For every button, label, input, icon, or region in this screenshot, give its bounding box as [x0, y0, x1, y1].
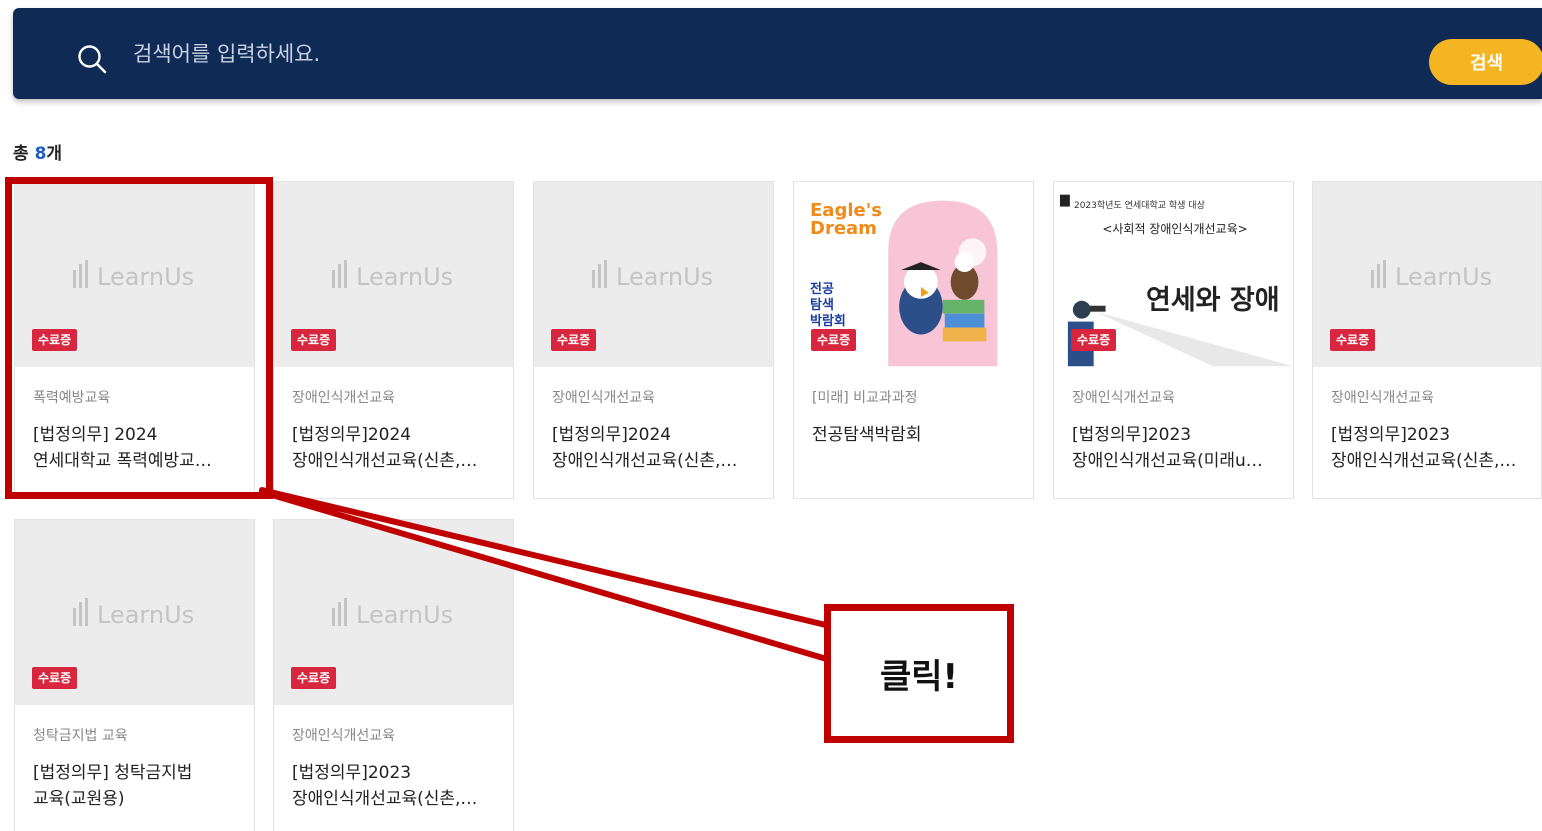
- poster-subtitle-line2: 탐색: [810, 298, 834, 313]
- course-card[interactable]: LearnUs 수료증 장애인식개선교육 [법정의무]2024 장애인식개선교육…: [533, 181, 774, 499]
- search-input[interactable]: [133, 34, 1313, 74]
- search-button[interactable]: 검색: [1429, 39, 1542, 85]
- course-category: 장애인식개선교육: [1331, 390, 1435, 406]
- certificate-badge: 수료증: [291, 329, 337, 351]
- course-card[interactable]: LearnUs 수료증 장애인식개선교육 [법정의무]2024 장애인식개선교육…: [273, 181, 514, 499]
- poster-subtitle: 전공 탐색 박람회: [810, 282, 846, 330]
- course-thumbnail[interactable]: LearnUs 수료증: [1313, 182, 1541, 367]
- highlight-box: [5, 177, 273, 499]
- poster-subtitle-line1: 전공: [810, 282, 834, 297]
- course-title-line1: [법정의무]2023: [1072, 425, 1192, 445]
- result-count-suffix: 개: [46, 144, 63, 164]
- course-title[interactable]: [법정의무]2024 장애인식개선교육(신촌,…: [552, 422, 760, 474]
- course-title[interactable]: [법정의무]2023 장애인식개선교육(신촌,…: [1331, 422, 1539, 474]
- course-category: 장애인식개선교육: [292, 390, 396, 406]
- course-card[interactable]: 2023학년도 연세대학교 학생 대상 <사회적 장애인식개선교육> 연세와 장…: [1053, 181, 1294, 499]
- course-title-line1: [법정의무]2024: [292, 425, 412, 445]
- certificate-badge: 수료증: [1071, 329, 1117, 351]
- search-icon[interactable]: [77, 44, 107, 74]
- course-category: 청탁금지법 교육: [33, 728, 128, 744]
- course-title-line2: 교육(교원용): [33, 789, 125, 809]
- course-title-line2: 장애인식개선교육(신촌,…: [292, 451, 478, 471]
- svg-text:LearnUs: LearnUs: [97, 601, 194, 629]
- course-category: 장애인식개선교육: [1072, 390, 1176, 406]
- course-thumbnail[interactable]: LearnUs 수료증: [274, 182, 513, 367]
- poster-subtitle-line3: 박람회: [810, 314, 846, 329]
- svg-text:LearnUs: LearnUs: [1395, 263, 1492, 291]
- course-thumbnail[interactable]: LearnUs 수료증: [15, 520, 254, 705]
- course-thumbnail[interactable]: LearnUs 수료증: [274, 520, 513, 705]
- poster-caption: 2023학년도 연세대학교 학생 대상: [1074, 201, 1205, 211]
- certificate-badge: 수료증: [32, 667, 78, 689]
- svg-text:LearnUs: LearnUs: [356, 601, 453, 629]
- learnus-logo: LearnUs: [332, 598, 453, 629]
- search-bar: 검색: [13, 8, 1542, 99]
- course-title[interactable]: [법정의무]2023 장애인식개선교육(신촌,…: [292, 760, 500, 812]
- course-thumbnail[interactable]: Eagle's Dream 전공 탐색 박람회 수료증: [794, 182, 1033, 367]
- course-card[interactable]: LearnUs 수료증 장애인식개선교육 [법정의무]2023 장애인식개선교육…: [1312, 181, 1542, 499]
- course-thumbnail[interactable]: 2023학년도 연세대학교 학생 대상 <사회적 장애인식개선교육> 연세와 장…: [1054, 182, 1293, 367]
- callout-box: 클릭!: [824, 604, 1014, 743]
- result-count-prefix: 총: [13, 144, 35, 164]
- learnus-logo: LearnUs: [332, 260, 453, 291]
- course-title-line2: 장애인식개선교육(신촌,…: [292, 789, 478, 809]
- certificate-badge: 수료증: [551, 329, 597, 351]
- course-category: 장애인식개선교육: [292, 728, 396, 744]
- certificate-badge: 수료증: [811, 329, 857, 351]
- learnus-logo: LearnUs: [592, 260, 713, 291]
- callout-text: 클릭!: [879, 657, 959, 697]
- learnus-logo: LearnUs: [1371, 260, 1492, 291]
- course-title-line2: 장애인식개선교육(미래u…: [1072, 451, 1263, 471]
- course-title-line1: [법정의무] 청탁금지법: [33, 763, 193, 783]
- course-title[interactable]: [법정의무] 청탁금지법 교육(교원용): [33, 760, 241, 812]
- course-thumbnail[interactable]: LearnUs 수료증: [534, 182, 773, 367]
- result-count-number: 8: [34, 144, 47, 164]
- course-title-line1: [법정의무]2023: [1331, 425, 1451, 445]
- poster-headline: 연세와 장애: [1146, 285, 1280, 316]
- course-title[interactable]: [법정의무]2024 장애인식개선교육(신촌,…: [292, 422, 500, 474]
- svg-text:LearnUs: LearnUs: [616, 263, 713, 291]
- course-title-line1: [법정의무]2024: [552, 425, 672, 445]
- course-title[interactable]: 전공탐색박람회: [812, 422, 1020, 448]
- course-card[interactable]: LearnUs 수료증 장애인식개선교육 [법정의무]2023 장애인식개선교육…: [273, 519, 514, 831]
- course-title[interactable]: [법정의무]2023 장애인식개선교육(미래u…: [1072, 422, 1280, 474]
- poster-headline: Eagle's Dream: [810, 200, 882, 239]
- course-card[interactable]: Eagle's Dream 전공 탐색 박람회 수료증 [미래] 비교과과정 전…: [793, 181, 1034, 499]
- result-count: 총 8개: [13, 139, 62, 164]
- learnus-logo: LearnUs: [73, 598, 194, 629]
- course-category: 장애인식개선교육: [552, 390, 656, 406]
- certificate-badge: 수료증: [1330, 329, 1376, 351]
- course-title-line1: [법정의무]2023: [292, 763, 412, 783]
- svg-text:LearnUs: LearnUs: [356, 263, 453, 291]
- course-title-line2: 장애인식개선교육(신촌,…: [1331, 451, 1517, 471]
- course-card[interactable]: LearnUs 수료증 청탁금지법 교육 [법정의무] 청탁금지법 교육(교원용…: [14, 519, 255, 831]
- certificate-badge: 수료증: [291, 667, 337, 689]
- poster-subtitle: <사회적 장애인식개선교육>: [1102, 222, 1248, 236]
- course-title-line1: 전공탐색박람회: [812, 425, 922, 445]
- course-category: [미래] 비교과과정: [812, 390, 918, 406]
- course-title-line2: 장애인식개선교육(신촌,…: [552, 451, 738, 471]
